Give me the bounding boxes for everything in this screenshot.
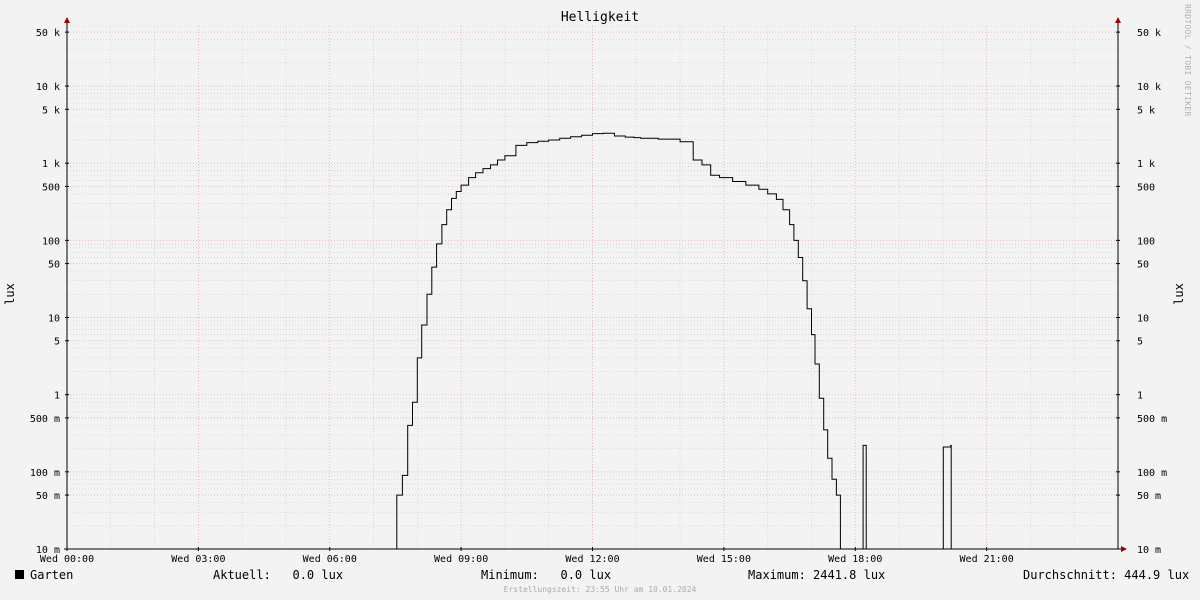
y-tick-label-left: 500: [42, 182, 60, 193]
y-tick-label-left: 500 m: [30, 414, 60, 425]
chart-title: Helligkeit: [560, 10, 640, 25]
y-tick-label-right: 50: [1137, 260, 1149, 271]
x-tick-label: Wed 15:00: [697, 554, 751, 565]
y-tick-label-right: 1: [1137, 391, 1143, 402]
x-tick-label: Wed 12:00: [565, 554, 619, 565]
y-tick-label-left: 10: [48, 314, 60, 325]
y-tick-label-right: 1 k: [1137, 159, 1155, 170]
y-tick-label-right: 500 m: [1137, 414, 1167, 425]
y-tick-label-left: 5 k: [42, 105, 60, 116]
stat-maximum: Maximum: 2441.8 lux: [748, 568, 886, 582]
y-tick-label-left: 1: [54, 391, 60, 402]
y-tick-label-left: 10 k: [36, 82, 60, 93]
y-tick-label-right: 100 m: [1137, 468, 1167, 479]
y-tick-label-right: 10 k: [1137, 82, 1161, 93]
y-tick-label-left: 100 m: [30, 468, 60, 479]
legend-series-name: Garten: [30, 568, 74, 582]
chart-panel: 50 k 50 k 10 k 10 k 5 k 5 k 1 k 1 k 500 500 100 100…: [0, 0, 1200, 600]
y-tick-label-left: 50: [48, 260, 60, 271]
y-tick-label-right: 500: [1137, 182, 1155, 193]
x-tick-label: Wed 00:00: [40, 554, 94, 565]
x-tick-label: Wed 03:00: [171, 554, 225, 565]
stat-minimum: Minimum: 0.0 lux: [481, 568, 612, 582]
legend-swatch: [15, 570, 24, 579]
tick-labels: 50 k 50 k 10 k 10 k 5 k 5 k 1 k 1 k 500 500 100 100…: [30, 28, 1167, 565]
x-tick-label: Wed 21:00: [960, 554, 1014, 565]
major-grid: [66, 26, 1118, 550]
y-tick-label-right: 50 k: [1137, 28, 1161, 39]
x-tick-label: Wed 06:00: [303, 554, 357, 565]
y-tick-label-left: 100: [42, 236, 60, 247]
y-tick-label-left: 50 m: [36, 491, 60, 502]
stat-average: Durchschnitt: 444.9 lux: [1023, 568, 1190, 582]
legend: Garten Aktuell: 0.0 lux Minimum: 0.0 lux…: [0, 567, 1200, 583]
y-axis-label-left: lux: [3, 283, 17, 305]
y-axis-label-right: lux: [1172, 283, 1186, 305]
x-tick-label: Wed 09:00: [434, 554, 488, 565]
y-tick-label-left: 5: [54, 337, 60, 348]
y-tick-label-left: 50 k: [36, 28, 60, 39]
watermark: RRDTOOL / TOBI OETIKER: [1183, 4, 1192, 117]
stat-current: Aktuell: 0.0 lux: [213, 568, 344, 582]
y-tick-label-right: 5: [1137, 337, 1143, 348]
y-tick-label-right: 50 m: [1137, 491, 1161, 502]
y-tick-label-right: 100: [1137, 236, 1155, 247]
x-axis-arrow: [1121, 546, 1127, 552]
footer-timestamp: Erstellungszeit: 23:55 Uhr am 10.01.2024: [503, 585, 697, 594]
y-tick-label-right: 10 m: [1137, 545, 1161, 556]
y-tick-label-right: 10: [1137, 314, 1149, 325]
chart-canvas: 50 k 50 k 10 k 10 k 5 k 5 k 1 k 1 k 500 500 100 100…: [30, 17, 1167, 565]
x-tick-label: Wed 18:00: [828, 554, 882, 565]
y-tick-label-right: 5 k: [1137, 105, 1155, 116]
y-tick-label-left: 1 k: [42, 159, 60, 170]
